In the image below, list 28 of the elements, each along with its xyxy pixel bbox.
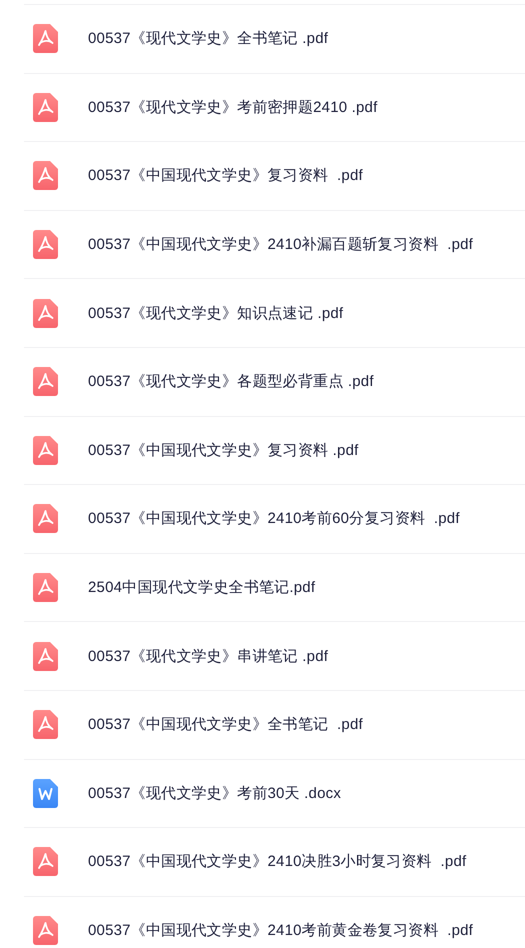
file-name[interactable]: 00537《中国现代文学史》复习资料 .pdf — [88, 166, 363, 186]
pdf-file-icon — [33, 367, 58, 396]
file-name[interactable]: 00537《中国现代文学史》复习资料 .pdf — [88, 440, 358, 460]
pdf-file-icon — [33, 710, 58, 740]
pdf-file-icon — [33, 504, 58, 534]
pdf-file-icon — [33, 573, 58, 602]
file-name[interactable]: 00537《现代文学史》知识点速记 .pdf — [88, 304, 344, 323]
pdf-file-icon — [33, 161, 58, 190]
pdf-file-icon — [33, 24, 58, 54]
file-name[interactable]: 00537《现代文学史》考前密押题2410 .pdf — [88, 98, 378, 117]
word-file-icon — [33, 778, 58, 808]
pdf-file-icon — [33, 436, 58, 465]
pdf-file-icon — [33, 92, 58, 122]
pdf-file-icon — [33, 847, 58, 876]
file-name[interactable]: 00537《中国现代文学史》2410考前黄金卷复习资料 .pdf — [88, 921, 474, 940]
file-name[interactable]: 00537《现代文学史》各题型必背重点 .pdf — [88, 372, 374, 392]
file-name[interactable]: 00537《中国现代文学史》2410决胜3小时复习资料 .pdf — [88, 852, 466, 872]
file-name[interactable]: 00537《中国现代文学史》2410补漏百题斩复习资料 .pdf — [88, 235, 474, 254]
file-name[interactable]: 00537《现代文学史》全书笔记 .pdf — [88, 29, 328, 48]
file-name[interactable]: 2504中国现代文学史全书笔记.pdf — [88, 578, 316, 598]
file-name[interactable]: 00537《现代文学史》串讲笔记 .pdf — [88, 646, 328, 666]
file-name[interactable]: 00537《中国现代文学史》全书笔记 .pdf — [88, 715, 363, 734]
pdf-file-icon — [33, 916, 58, 946]
file-name[interactable]: 00537《现代文学史》考前30天 .docx — [88, 784, 342, 803]
pdf-file-icon — [33, 642, 58, 671]
pdf-file-icon — [33, 230, 58, 260]
pdf-file-icon — [33, 298, 58, 328]
file-name[interactable]: 00537《中国现代文学史》2410考前60分复习资料 .pdf — [88, 509, 460, 528]
